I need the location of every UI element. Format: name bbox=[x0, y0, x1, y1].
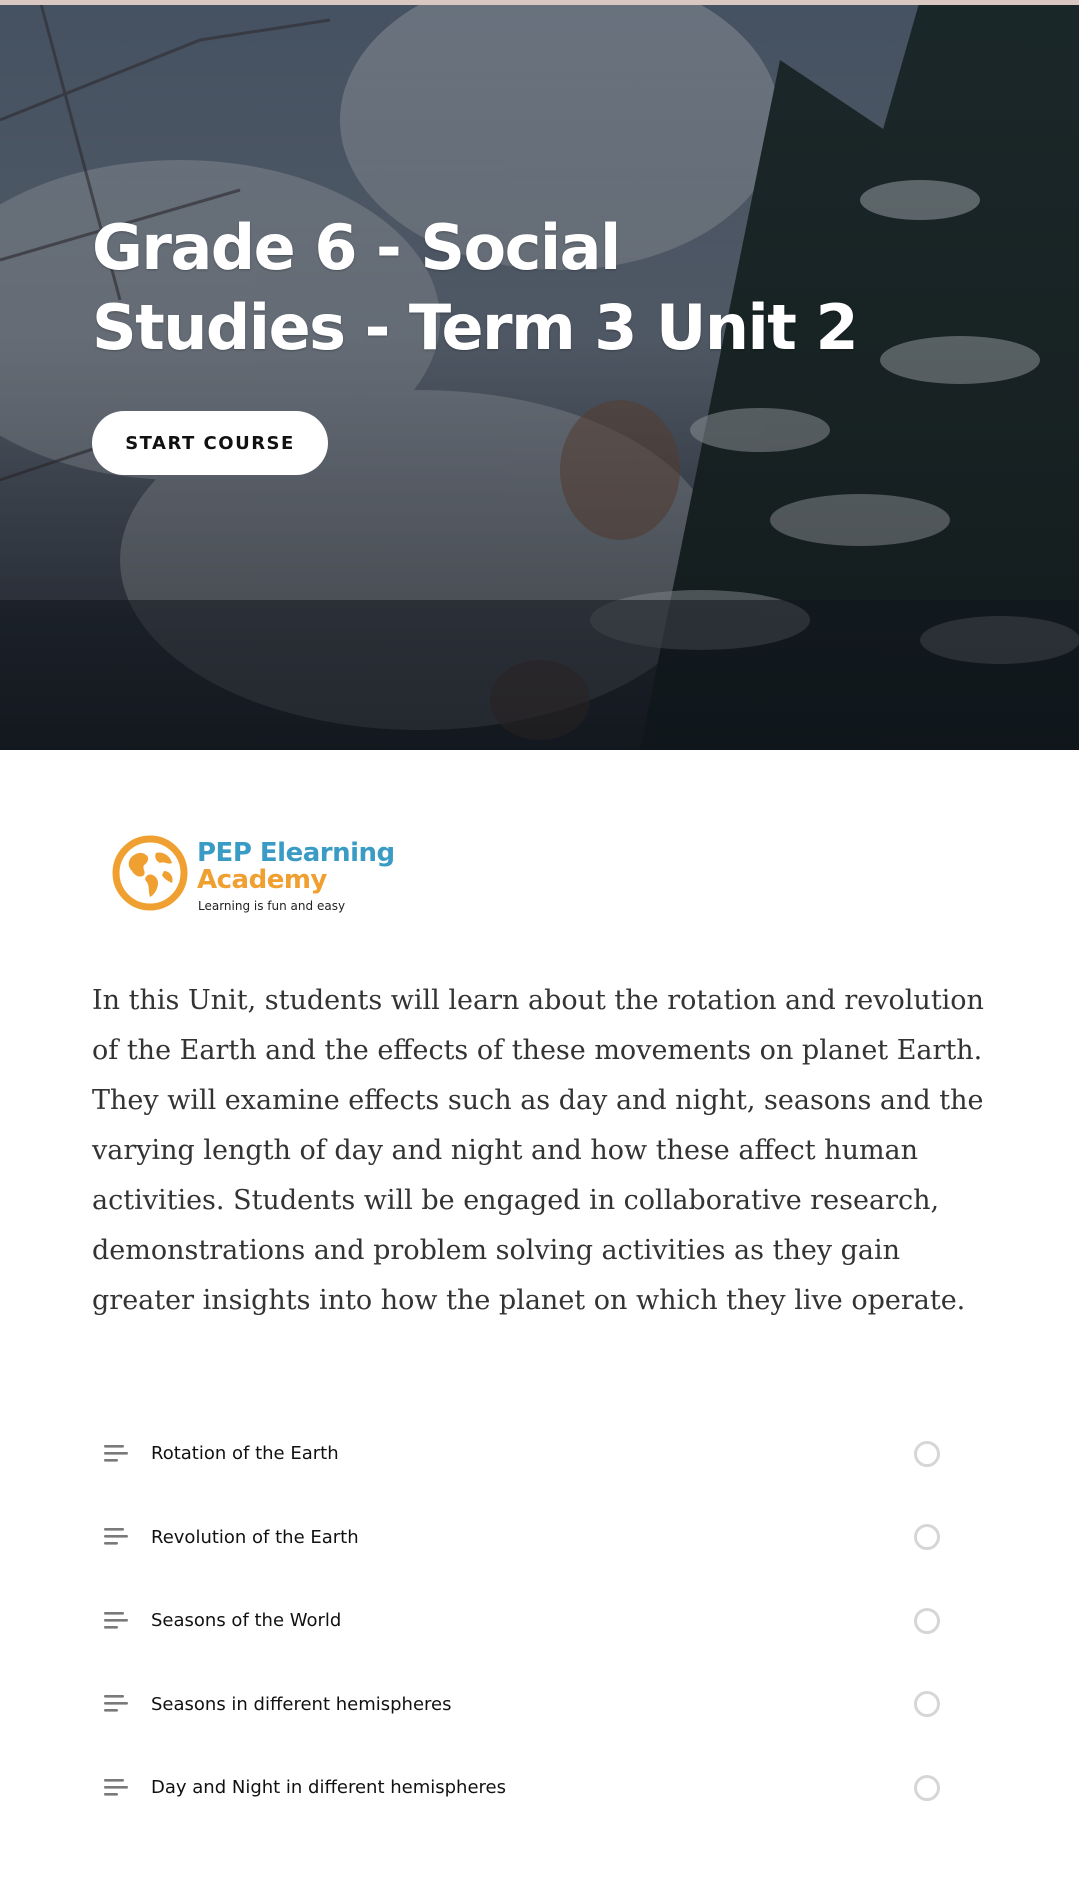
incomplete-status-icon bbox=[914, 1440, 940, 1467]
hero-top-border bbox=[0, 0, 1079, 5]
lesson-item[interactable]: Rotation of the Earth bbox=[92, 1412, 952, 1496]
lesson-item[interactable]: Revolution of the Earth bbox=[92, 1496, 952, 1580]
lesson-title: Seasons in different hemispheres bbox=[151, 1693, 452, 1715]
course-title: Grade 6 - Social Studies - Term 3 Unit 2 bbox=[92, 211, 859, 364]
lesson-item[interactable]: Seasons in different hemispheres bbox=[92, 1663, 952, 1747]
incomplete-status-icon bbox=[914, 1524, 940, 1551]
lesson-lines-icon bbox=[104, 1528, 128, 1545]
incomplete-status-icon bbox=[914, 1691, 940, 1718]
incomplete-status-icon bbox=[914, 1607, 940, 1634]
lesson-list: Rotation of the Earth Revolution of the … bbox=[92, 1412, 952, 1830]
lesson-lines-icon bbox=[104, 1695, 128, 1712]
globe-icon bbox=[112, 835, 188, 911]
lesson-item[interactable]: Seasons of the World bbox=[92, 1579, 952, 1663]
logo-name-line2: Academy bbox=[197, 865, 327, 895]
lesson-lines-icon bbox=[104, 1778, 128, 1796]
lesson-lines-icon bbox=[104, 1444, 128, 1462]
lesson-lines-icon bbox=[104, 1611, 128, 1629]
lesson-item[interactable]: Day and Night in different hemispheres bbox=[92, 1746, 952, 1830]
academy-logo: PEP Elearning Academy Learning is fun an… bbox=[112, 833, 412, 923]
lesson-title: Day and Night in different hemispheres bbox=[151, 1777, 506, 1799]
lesson-title: Seasons of the World bbox=[151, 1610, 342, 1632]
lesson-title: Rotation of the Earth bbox=[151, 1443, 339, 1465]
start-course-button[interactable]: START COURSE bbox=[92, 411, 328, 475]
hero-overlay bbox=[0, 0, 1079, 750]
incomplete-status-icon bbox=[914, 1774, 940, 1801]
course-hero: Grade 6 - Social Studies - Term 3 Unit 2… bbox=[0, 0, 1079, 750]
logo-tagline: Learning is fun and easy bbox=[198, 899, 346, 913]
logo-name-line1: PEP Elearning bbox=[197, 838, 395, 868]
lesson-title: Revolution of the Earth bbox=[151, 1526, 359, 1548]
hero-content: Grade 6 - Social Studies - Term 3 Unit 2… bbox=[92, 208, 992, 475]
course-description: In this Unit, students will learn about … bbox=[92, 985, 984, 1316]
